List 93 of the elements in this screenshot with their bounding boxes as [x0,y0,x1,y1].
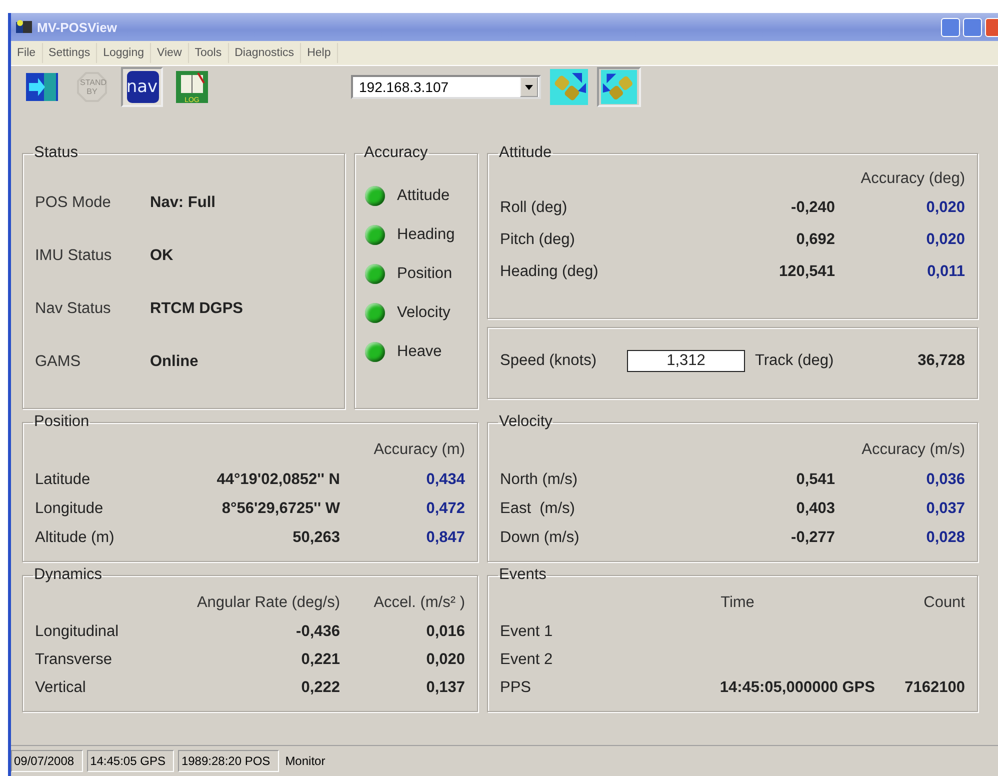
column-header: Accuracy (m/s) [860,441,965,459]
field-label: GAMS [35,352,82,370]
field-label: POS Mode [35,194,112,212]
group-title: Velocity [498,413,554,431]
indicator-label: Position [397,264,452,282]
group-title: Events [498,566,548,584]
field-label: Speed (knots) [500,352,598,370]
field-label: East (m/s) [500,500,576,518]
menu-item[interactable]: Settings [42,43,98,63]
status-pane: Monitor [284,753,326,770]
group-title: Dynamics [33,566,104,584]
status-pane: 1989:28:20 POS [178,750,280,772]
accuracy-value: 0,011 [926,263,965,281]
field-label: Pitch (deg) [500,231,576,249]
indicator-label: Attitude [397,186,450,204]
field-value: 0,222 [300,679,340,697]
field-label: Longitudinal [35,623,120,641]
indicator-label: Heading [397,226,455,244]
app-icon [15,19,33,35]
field-value: 120,541 [778,263,835,281]
nav-button[interactable]: nav [121,67,163,107]
menu-item[interactable]: View [151,43,189,63]
group-title: Position [33,413,90,431]
column-header: Accel. (m/s² ) [372,594,465,612]
field-label: Track (deg) [755,352,835,370]
field-label: IMU Status [35,246,113,264]
accuracy-value: 0,020 [925,199,965,217]
field-label: Down (m/s) [500,528,580,546]
field-label: Roll (deg) [500,199,568,217]
field-label: Nav Status [35,300,112,318]
field-value: Nav: Full [150,194,216,212]
field-label: Event 2 [500,651,554,669]
accuracy-value: 0,036 [925,470,965,488]
field-label: PPS [500,679,532,697]
group-title: Status [33,144,79,162]
field-value: 0,221 [300,651,340,669]
field-label: Latitude [35,470,92,488]
caret-icon [525,84,533,90]
field-value: -0,277 [790,528,835,546]
menu-item[interactable]: File [11,43,43,63]
field-value: RTCM DGPS [150,300,243,318]
column-header: Angular Rate (deg/s) [196,594,340,612]
window-title: MV-POSView [37,20,118,34]
indicator-label: Heave [397,342,442,360]
field-label: Heading (deg) [500,263,600,281]
event-time: 14:45:05,000000 GPS [718,679,875,697]
field-label: Vertical [35,679,87,697]
menu-item[interactable]: Help [301,43,338,63]
field-value: -0,436 [295,623,340,641]
field-value: 0,020 [425,651,465,669]
menu-item[interactable]: Tools [188,43,229,63]
event-count: 7162100 [904,679,965,697]
field-value: 0,137 [425,679,465,697]
field-value: Online [150,352,198,370]
menu-item[interactable]: Diagnostics [228,43,302,63]
group-title: Accuracy [363,144,429,162]
field-value: 0,692 [795,231,835,249]
status-pane: 09/07/2008 [11,750,84,772]
field-value: OK [150,246,174,264]
accuracy-value: 0,028 [925,528,965,546]
field-value: 36,728 [916,352,965,370]
field-value: 0,403 [795,500,835,518]
group-title: Attitude [498,144,553,162]
field-value: 44°19'02,0852'' N [216,470,340,488]
column-header: Accuracy (deg) [860,170,965,188]
field-label: Longitude [35,500,104,518]
speed-field: 1,312 [627,350,745,372]
field-label: Altitude (m) [35,528,116,546]
column-header: Count [922,594,965,612]
minimize-button[interactable] [941,18,960,36]
menu-item[interactable]: Logging [97,43,152,63]
field-value: 0,541 [795,470,835,488]
ip-address-dropdown[interactable]: 192.168.3.107 [351,75,541,99]
field-label: North (m/s) [500,470,578,488]
accuracy-value: 0,020 [925,231,965,249]
maximize-button[interactable] [963,18,982,36]
field-value: -0,240 [790,199,835,217]
plug-icon [550,69,588,105]
field-value: 0,016 [425,623,465,641]
indicator-label: Velocity [397,304,450,322]
accuracy-value: 0,037 [925,500,965,518]
status-pane: 14:45:05 GPS [87,750,174,772]
connection-button[interactable] [547,67,591,107]
plug-icon [601,69,637,105]
field-label: Event 1 [500,623,554,641]
column-header: Time [720,594,756,612]
accuracy-value: 0,472 [425,500,465,518]
column-header: Accuracy (m) [372,441,465,459]
accuracy-value: 0,434 [425,470,465,488]
field-label: Transverse [35,651,113,669]
accuracy-value: 0,847 [425,528,465,546]
field-value: 50,263 [292,528,340,546]
field-value: 8°56'29,6725'' W [220,500,340,518]
